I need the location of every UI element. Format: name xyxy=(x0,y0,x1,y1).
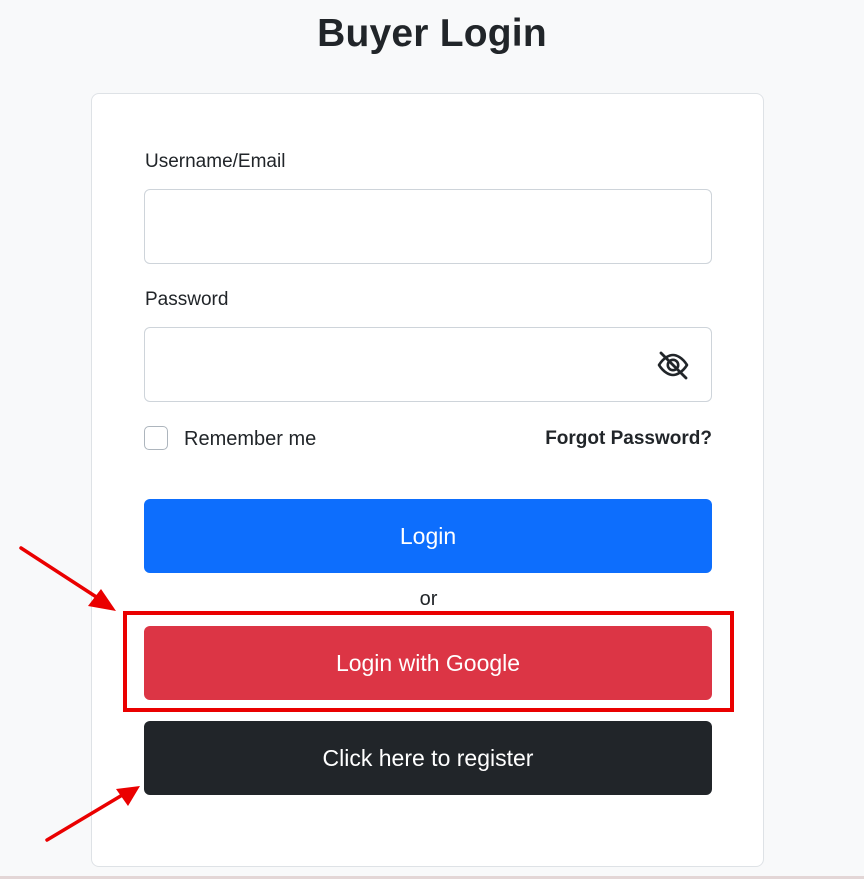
username-label: Username/Email xyxy=(145,151,286,172)
forgot-password-link[interactable]: Forgot Password? xyxy=(545,426,712,452)
remember-checkbox[interactable] xyxy=(144,426,168,450)
remember-label: Remember me xyxy=(184,428,317,450)
login-button[interactable]: Login xyxy=(144,499,712,573)
password-label: Password xyxy=(145,289,229,310)
username-input[interactable] xyxy=(144,189,712,264)
google-login-button[interactable]: Login with Google xyxy=(144,626,712,700)
register-button[interactable]: Click here to register xyxy=(144,721,712,795)
or-separator: or xyxy=(419,588,438,610)
page-title: Buyer Login xyxy=(317,12,547,55)
eye-slash-icon[interactable] xyxy=(656,349,690,381)
password-input[interactable] xyxy=(144,327,712,402)
login-page: Buyer Login Username/Email Password Reme… xyxy=(0,0,864,879)
